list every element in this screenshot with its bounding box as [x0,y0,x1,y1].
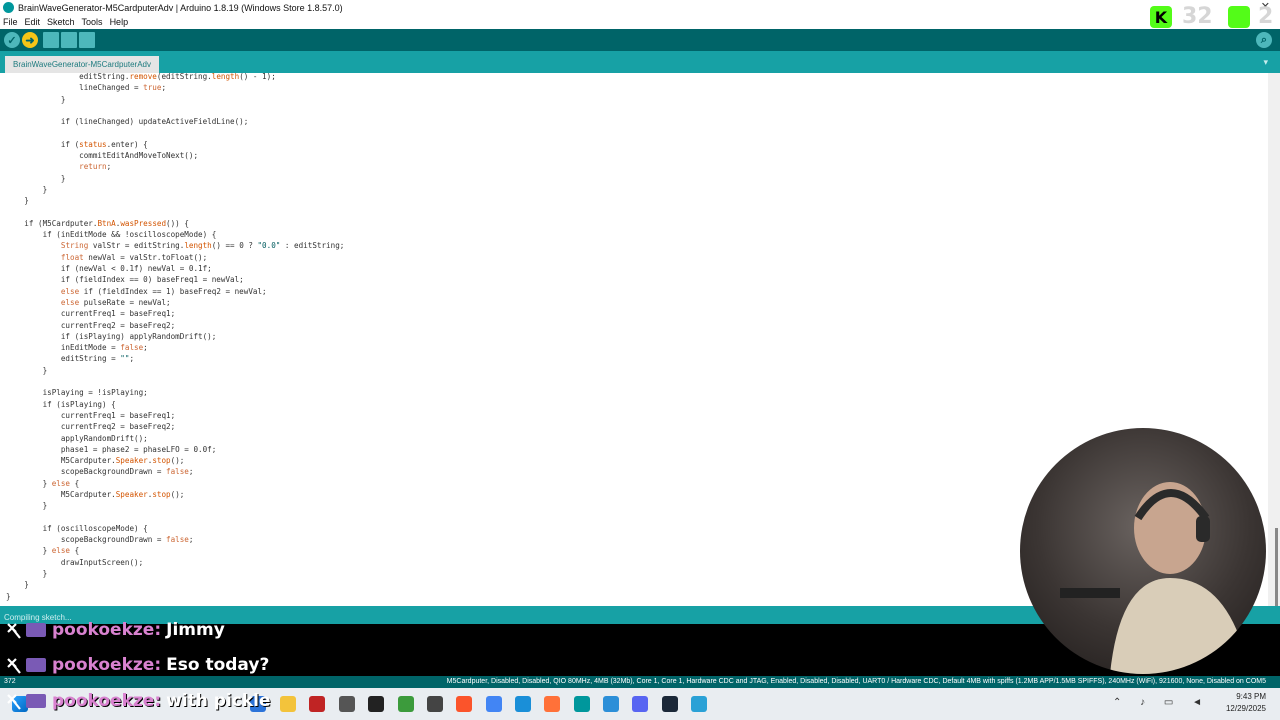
terminal-icon[interactable] [368,696,384,712]
app-green-icon[interactable] [398,696,414,712]
menu-tools[interactable]: Tools [82,17,103,27]
github-icon[interactable] [427,696,443,712]
firefox-icon[interactable] [544,696,560,712]
chat-username: pookoekze: [52,691,162,711]
save-sketch-button[interactable] [79,32,95,48]
chat-badge-icon [7,658,46,674]
menu-bar: File Edit Sketch Tools Help [0,15,1280,29]
upload-button[interactable]: ➜ [22,32,38,48]
chat-username: pookoekze: [52,620,162,640]
steam-icon[interactable] [662,696,678,712]
play-logo-icon [1228,6,1250,28]
chat-message: pookoekze: Eso today? [0,652,320,678]
serial-monitor-button[interactable]: ⌕ [1256,32,1272,48]
chat-username: pookoekze: [52,655,162,675]
recorder-icon[interactable] [339,696,355,712]
menu-edit[interactable]: Edit [25,17,41,27]
tab-brainwavegenerator[interactable]: BrainWaveGenerator-M5CardputerAdv [5,56,159,73]
kick-logo-icon: K [1150,6,1172,28]
chat-text: with pickle [166,691,271,711]
arduino-taskbar-icon[interactable] [574,696,590,712]
line-number: 372 [4,678,16,685]
tab-menu-chevron-icon[interactable]: ▾ [1263,57,1268,68]
new-sketch-button[interactable] [43,32,59,48]
chat-text: Eso today? [166,655,270,675]
menu-file[interactable]: File [3,17,18,27]
follower-count: 2 [1258,4,1274,29]
window-title: BrainWaveGenerator-M5CardputerAdv | Ardu… [18,2,343,13]
menu-sketch[interactable]: Sketch [47,17,75,27]
editor-scrollbar[interactable] [1268,73,1280,658]
vscode-icon[interactable] [603,696,619,712]
brave-browser-icon[interactable] [456,696,472,712]
menu-help[interactable]: Help [110,17,129,27]
telegram-icon[interactable] [691,696,707,712]
clock[interactable]: 9:43 PM 12/29/2025 [1226,691,1266,715]
arduino-app-icon [3,2,14,13]
tab-bar: BrainWaveGenerator-M5CardputerAdv ▾ [0,51,1280,73]
clock-date: 12/29/2025 [1225,704,1266,713]
chat-badge-icon [7,623,46,639]
system-tray-icons[interactable]: ⌃ ♪ ▭ ◄ [1113,697,1210,708]
viewer-count: 32 [1182,4,1213,29]
streamer-silhouette [1060,482,1250,674]
toolbar: ✓ ➜ ⌕ [0,29,1280,51]
webcam-overlay [1020,428,1266,674]
clock-time: 9:43 PM [1236,692,1266,701]
chat-text: Jimmy [166,620,225,640]
discord-icon[interactable] [632,696,648,712]
open-sketch-button[interactable] [61,32,77,48]
chat-message: pookoekze: with pickle [0,688,320,714]
board-info: M5Cardputer, Disabled, Disabled, QIO 80M… [446,678,1266,685]
title-bar: BrainWaveGenerator-M5CardputerAdv | Ardu… [0,0,1280,15]
verify-button[interactable]: ✓ [4,32,20,48]
chat-message: pookoekze: Jimmy [0,617,320,643]
chat-badge-icon [7,694,46,710]
code-text: editString.remove(editString.length() - … [6,73,345,601]
chrome-icon[interactable] [486,696,502,712]
edge-icon[interactable] [515,696,531,712]
